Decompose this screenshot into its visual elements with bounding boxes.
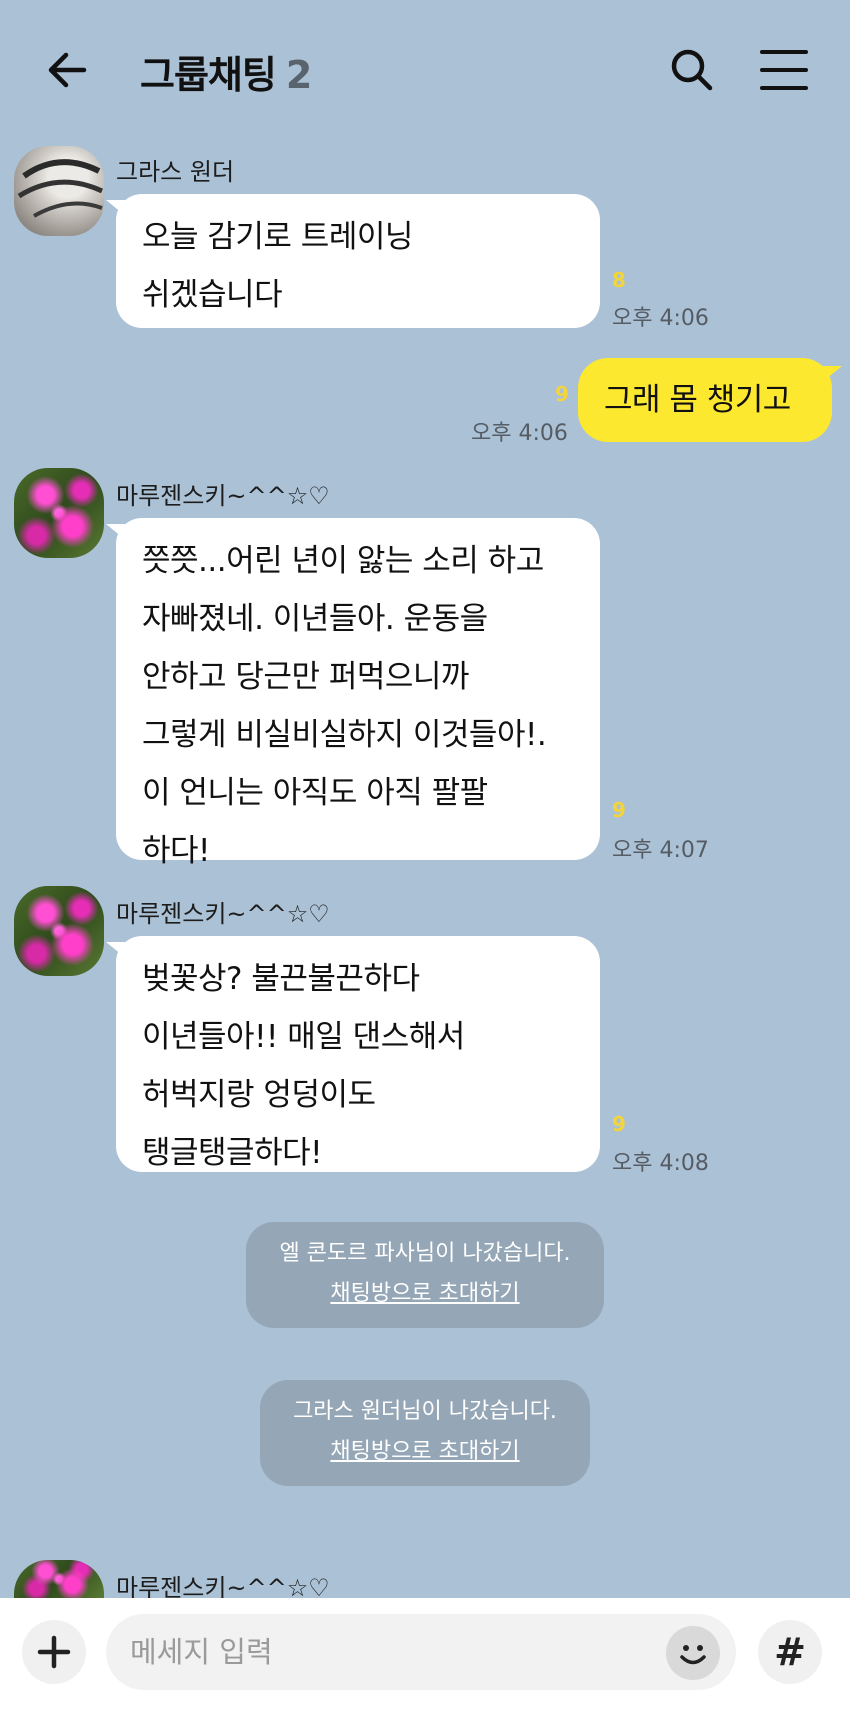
invite-link[interactable]: 채팅방으로 초대하기 [246,1274,604,1314]
hashtag-button[interactable]: # [758,1620,822,1684]
message-input-bar: # [0,1598,850,1713]
notice-text: 엘 콘도르 파사님이 나갔습니다. [279,1241,571,1266]
unread-count: 9 [612,1112,626,1136]
search-icon [671,49,713,91]
sender-name: 그라스 원더 [116,158,235,186]
back-arrow-icon [48,52,87,88]
message-time: 오후 4:06 [471,421,568,446]
message-bubble[interactable]: 쯧쯧...어린 년이 앓는 소리 하고 자빠졌네. 이년들아. 운동을 안하고 … [106,518,600,869]
member-count: 2 [285,53,312,97]
unread-count: 8 [612,268,626,292]
emoji-button[interactable] [666,1626,720,1680]
attach-button[interactable] [22,1620,86,1684]
menu-button[interactable] [756,42,812,98]
avatar-photo [17,159,104,218]
system-notice: 그라스 원더님이 나갔습니다. 채팅방으로 초대하기 [260,1380,590,1486]
chat-header: 그룹채팅 2 [0,0,850,135]
message-time: 오후 4:06 [612,306,709,331]
message-time: 오후 4:08 [612,1151,709,1176]
hamburger-menu-icon [760,50,808,90]
message-bubble[interactable]: 오늘 감기로 트레이닝 쉬겠습니다 [106,194,600,328]
search-button[interactable] [664,42,720,98]
unread-count: 9 [555,382,569,406]
avatar[interactable] [14,146,104,236]
avatar[interactable] [14,886,104,976]
unread-count: 9 [612,798,626,822]
chat-title-text: 그룹채팅 [140,53,277,97]
avatar[interactable] [14,1560,104,1598]
chat-title: 그룹채팅 2 [140,44,312,99]
message-bubble[interactable]: 벚꽃상? 불끈불끈하다 이년들아!! 매일 댄스해서 허벅지랑 엉덩이도 탱글탱… [106,936,600,1172]
sender-name: 마루젠스키~^^☆♡ [116,482,330,510]
sender-name: 마루젠스키~^^☆♡ [116,900,330,928]
message-input[interactable] [106,1614,736,1690]
my-message-bubble[interactable]: 그래 몸 챙기고 [578,358,842,442]
emoji-icon [680,1645,706,1665]
invite-link[interactable]: 채팅방으로 초대하기 [260,1432,590,1472]
message-time: 오후 4:07 [612,838,709,863]
notice-text: 그라스 원더님이 나갔습니다. [293,1399,557,1424]
system-notice: 엘 콘도르 파사님이 나갔습니다. 채팅방으로 초대하기 [246,1222,604,1328]
avatar[interactable] [14,468,104,558]
plus-icon [37,1635,71,1669]
back-button[interactable] [40,42,96,98]
